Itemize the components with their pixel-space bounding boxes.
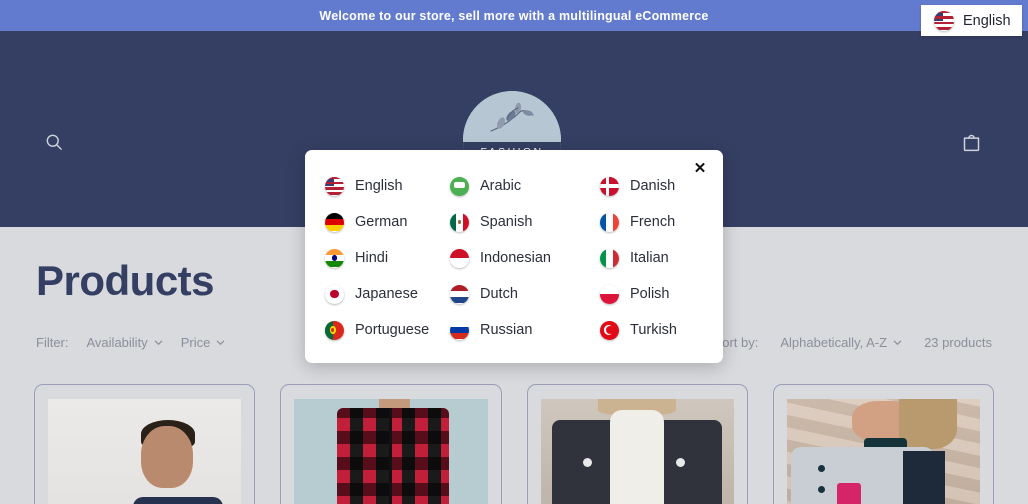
language-option[interactable]: Turkish <box>600 320 703 340</box>
shopping-bag-icon <box>963 134 979 151</box>
flag-dk-icon <box>600 176 619 196</box>
product-count: 23 products <box>924 335 992 350</box>
language-option-label: Danish <box>630 178 676 194</box>
product-card[interactable] <box>526 384 748 504</box>
language-option-label: Italian <box>630 250 669 266</box>
flag-ar-icon <box>450 176 469 196</box>
language-option-label: Dutch <box>480 286 518 302</box>
page-title: Products <box>36 257 215 304</box>
language-option[interactable]: Spanish <box>450 212 600 232</box>
language-option-label: Arabic <box>480 178 522 194</box>
language-option-label: Portuguese <box>355 322 430 338</box>
product-card[interactable] <box>280 384 502 504</box>
language-option[interactable]: Japanese <box>325 284 450 304</box>
product-image <box>540 399 734 504</box>
product-card[interactable] <box>34 384 256 504</box>
filter-availability-dropdown[interactable]: Availability <box>87 335 163 350</box>
language-dropdown-panel: ✕ English Arabic Danish German Spanish French… <box>305 150 723 363</box>
filter-label: Filter: <box>36 335 69 350</box>
language-option[interactable]: Polish <box>600 284 703 304</box>
search-button[interactable] <box>37 125 71 159</box>
language-option[interactable]: French <box>600 212 703 232</box>
language-option[interactable]: Dutch <box>450 284 600 304</box>
language-switcher-button[interactable]: English <box>921 5 1022 36</box>
language-option[interactable]: Danish <box>600 176 703 196</box>
cart-button[interactable] <box>954 125 988 159</box>
language-option-label: Turkish <box>630 322 677 338</box>
product-grid <box>34 384 994 504</box>
language-option-label: French <box>630 214 676 230</box>
language-option-label: Hindi <box>355 250 389 266</box>
sort-value: Alphabetically, A-Z <box>780 335 888 350</box>
language-option[interactable]: Hindi <box>325 248 450 268</box>
flag-pl-icon <box>600 284 619 304</box>
language-option[interactable]: German <box>325 212 450 232</box>
chevron-down-icon <box>217 340 225 345</box>
language-option[interactable]: English <box>325 176 450 196</box>
product-image <box>294 399 488 504</box>
language-option[interactable]: Italian <box>600 248 703 268</box>
language-option-label: English <box>355 178 403 194</box>
flag-jp-icon <box>325 284 344 304</box>
product-image <box>786 399 980 504</box>
flag-fr-icon <box>600 212 619 232</box>
flag-es-icon <box>450 212 469 232</box>
product-card[interactable] <box>772 384 994 504</box>
language-option[interactable]: Russian <box>450 320 600 340</box>
flag-us-icon <box>934 10 954 31</box>
flag-us-icon <box>325 176 344 196</box>
language-option-label: Indonesian <box>480 250 551 266</box>
flag-de-icon <box>325 212 344 232</box>
flag-in-icon <box>325 248 344 268</box>
flag-ru-icon <box>450 320 469 340</box>
flag-id-icon <box>450 248 469 268</box>
filter-group: Filter: Availability Price <box>36 335 225 350</box>
flag-tr-icon <box>600 320 619 340</box>
product-image <box>48 399 242 504</box>
language-option-label: Spanish <box>480 214 533 230</box>
sort-dropdown[interactable]: Alphabetically, A-Z <box>780 335 902 350</box>
language-option[interactable]: Arabic <box>450 176 600 196</box>
chevron-down-icon <box>893 340 902 345</box>
flag-it-icon <box>600 248 619 268</box>
chevron-down-icon <box>154 340 162 345</box>
language-option[interactable]: Indonesian <box>450 248 600 268</box>
filter-availability-label: Availability <box>86 335 148 350</box>
filter-price-dropdown[interactable]: Price <box>181 335 226 350</box>
page-root: Welcome to our store, sell more with a m… <box>0 0 1028 504</box>
language-option-label: Polish <box>630 286 670 302</box>
close-icon: ✕ <box>693 159 707 177</box>
language-option-label: Russian <box>480 322 533 338</box>
filter-price-label: Price <box>180 335 211 350</box>
flag-pt-icon <box>325 320 344 340</box>
announcement-text: Welcome to our store, sell more with a m… <box>319 8 709 23</box>
language-option[interactable]: Portuguese <box>325 320 450 340</box>
flag-nl-icon <box>450 284 469 304</box>
language-option-label: Japanese <box>355 286 418 302</box>
branch-illustration-icon <box>490 102 534 132</box>
search-icon <box>46 134 62 150</box>
sort-group: Sort by: Alphabetically, A-Z 23 products <box>714 335 992 350</box>
language-list: English Arabic Danish German Spanish French Hi… <box>325 176 703 340</box>
language-switcher-label: English <box>963 12 1011 29</box>
language-option-label: German <box>355 214 408 230</box>
announcement-bar: Welcome to our store, sell more with a m… <box>0 0 1028 31</box>
